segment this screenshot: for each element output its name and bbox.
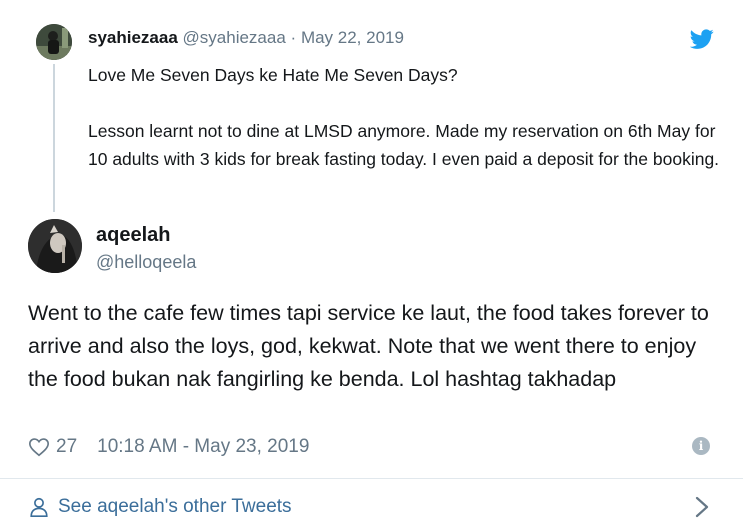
info-icon[interactable]: i bbox=[692, 437, 710, 455]
parent-line-1: Love Me Seven Days ke Hate Me Seven Days… bbox=[88, 65, 458, 85]
twitter-bird-icon[interactable] bbox=[690, 27, 714, 51]
chevron-right-icon[interactable] bbox=[694, 496, 710, 518]
parent-date[interactable]: May 22, 2019 bbox=[301, 28, 404, 47]
person-icon bbox=[30, 497, 48, 517]
tweet-meta: 27 10:18 AM - May 23, 2019 bbox=[28, 433, 309, 461]
author-display-name[interactable]: aqeelah bbox=[96, 224, 170, 247]
thread-connector bbox=[53, 64, 55, 212]
parent-handle[interactable]: @syahiezaaa bbox=[183, 28, 286, 47]
see-other-tweets-label[interactable]: See aqeelah's other Tweets bbox=[58, 496, 292, 518]
parent-avatar[interactable] bbox=[36, 24, 72, 60]
author-handle[interactable]: @helloqeela bbox=[96, 252, 196, 273]
parent-tweet-text: Love Me Seven Days ke Hate Me Seven Days… bbox=[88, 61, 728, 173]
parent-line-2: Lesson learnt not to dine at LMSD anymor… bbox=[88, 121, 720, 169]
author-avatar[interactable] bbox=[28, 219, 82, 273]
separator-dot: · bbox=[290, 28, 297, 47]
heart-icon[interactable] bbox=[28, 436, 50, 458]
see-other-tweets-link[interactable]: See aqeelah's other Tweets bbox=[28, 494, 292, 520]
parent-display-name[interactable]: syahiezaaa bbox=[88, 28, 178, 47]
parent-tweet-header: syahiezaaa @syahiezaaa · May 22, 2019 bbox=[88, 28, 404, 48]
like-count[interactable]: 27 bbox=[56, 436, 77, 458]
tweet-text: Went to the cafe few times tapi service … bbox=[28, 301, 709, 391]
tweet-timestamp[interactable]: 10:18 AM - May 23, 2019 bbox=[97, 436, 309, 458]
footer-divider bbox=[0, 478, 743, 479]
